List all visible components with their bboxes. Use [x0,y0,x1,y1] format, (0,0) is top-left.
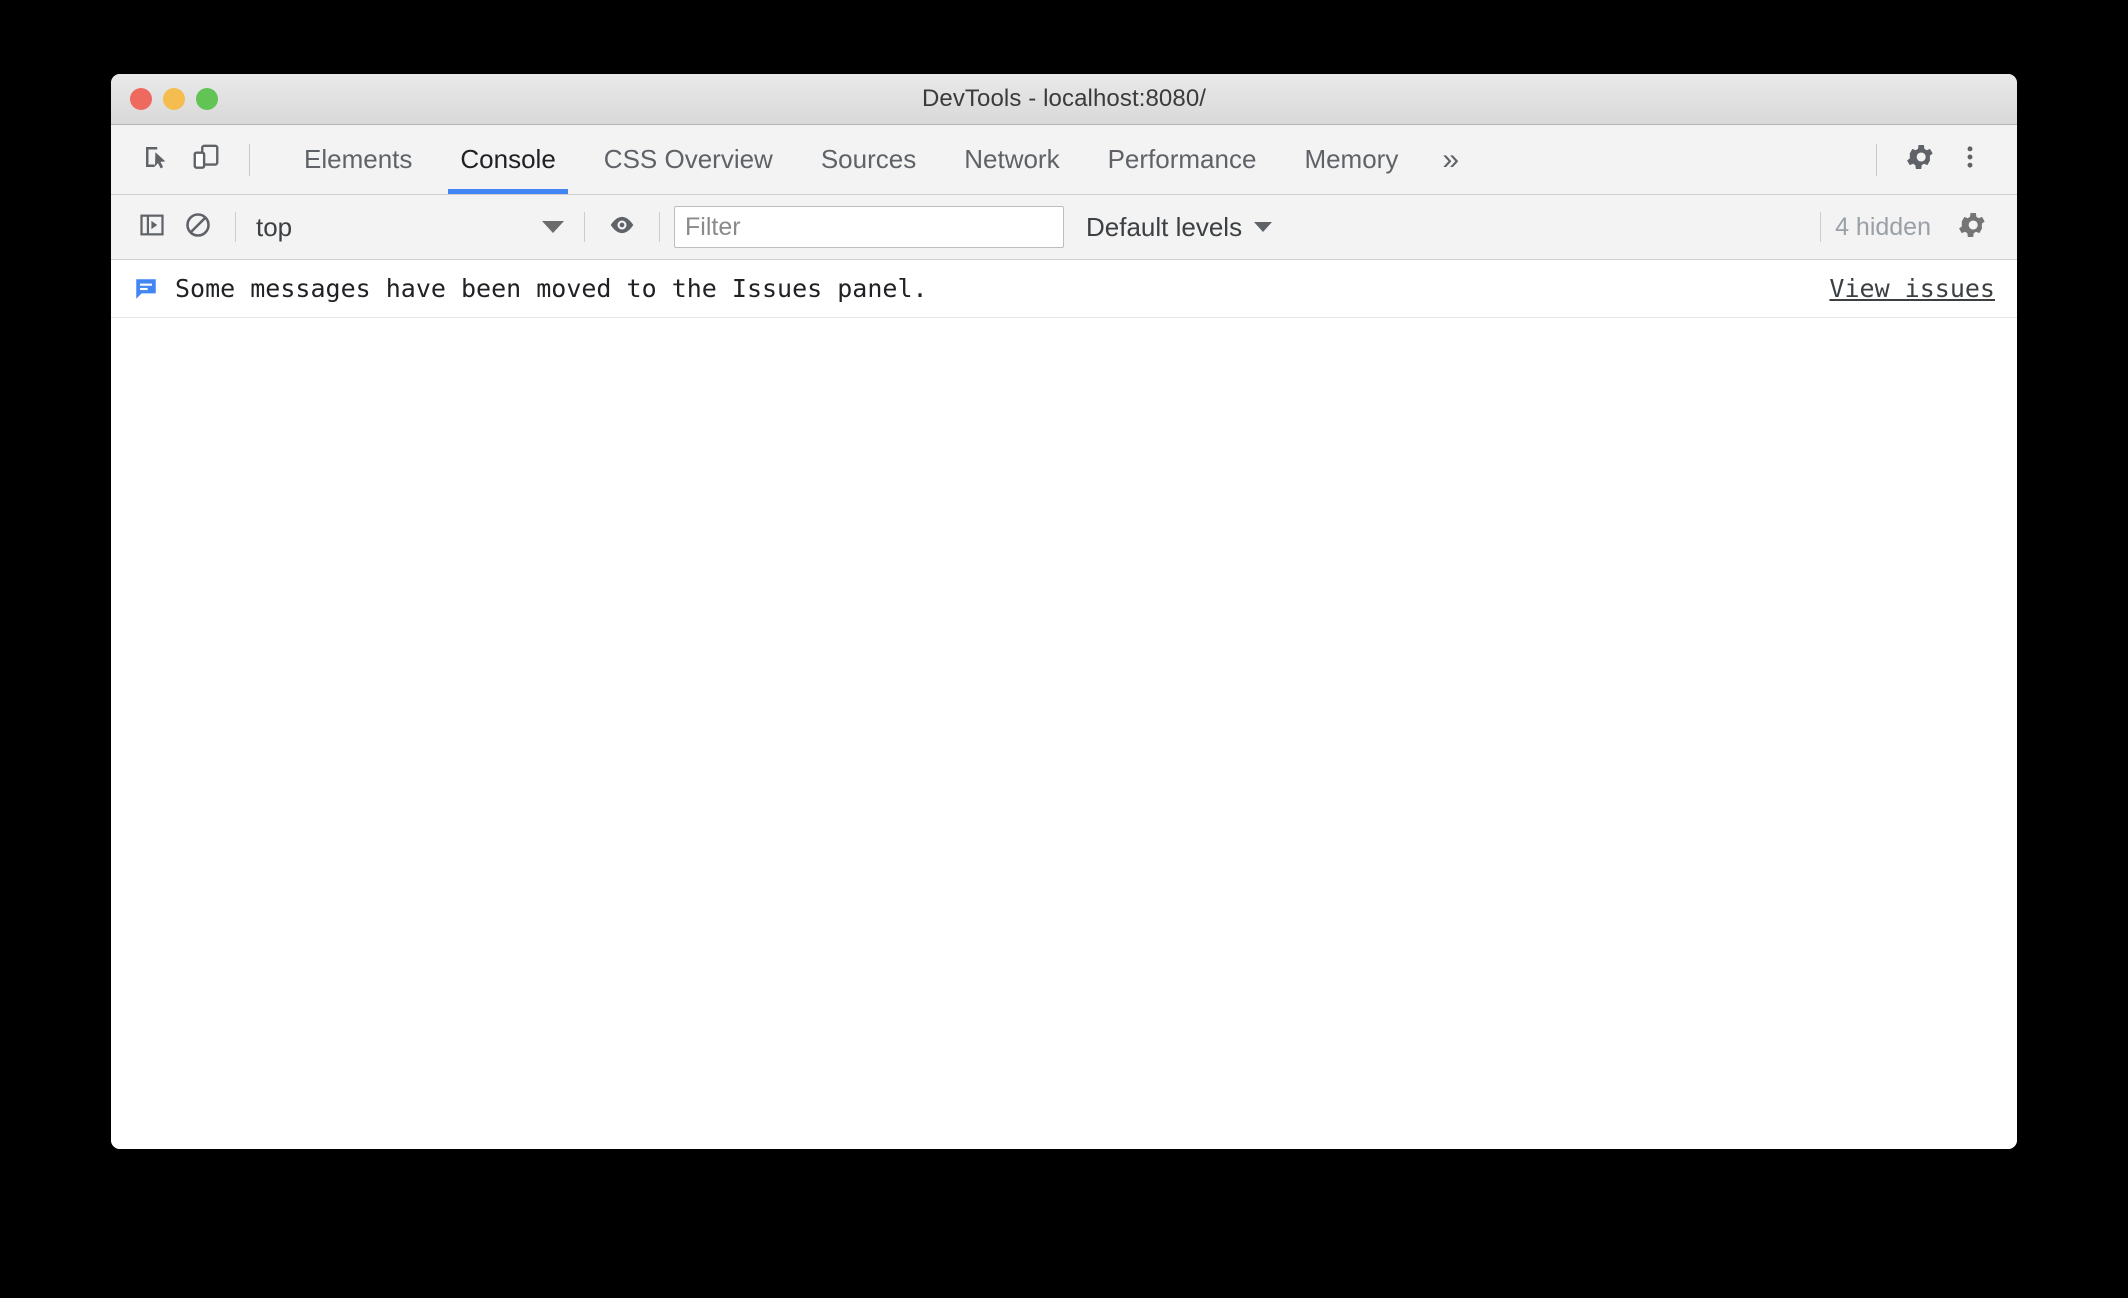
minimize-window-button[interactable] [163,88,185,110]
settings-gear-icon [1904,141,1936,178]
tab-sources[interactable]: Sources [797,125,940,194]
chevron-down-icon [1254,222,1273,232]
tab-console[interactable]: Console [436,125,579,194]
tab-network-label: Network [964,144,1060,174]
chevron-double-right-icon: » [1442,142,1460,176]
inspect-element-icon [141,142,171,177]
tabbar-actions [1858,135,2017,185]
traffic-light-group [130,74,218,124]
window-titlebar: DevTools - localhost:8080/ [111,74,2017,125]
settings-button[interactable] [1895,135,1945,185]
javascript-context-value: top [256,211,293,242]
inspect-element-button[interactable] [131,135,181,185]
view-issues-link[interactable]: View issues [1829,274,1995,303]
tab-performance[interactable]: Performance [1084,125,1281,194]
log-levels-select[interactable]: Default levels [1086,211,1273,243]
more-tabs-button[interactable]: » [1422,125,1479,194]
hidden-messages-count: 4 hidden [1835,212,1931,241]
tabbar-divider [249,143,250,176]
filter-input[interactable] [674,206,1064,248]
tab-css-overview[interactable]: CSS Overview [580,125,797,194]
tab-sources-label: Sources [820,144,917,174]
console-settings-button[interactable] [1949,204,1995,250]
console-toolbar-divider-1 [235,212,236,242]
console-toolbar-right: 4 hidden [1806,204,2017,250]
tab-elements-label: Elements [304,144,413,174]
console-sidebar-button[interactable] [129,204,175,250]
console-sidebar-icon [138,211,166,244]
devtools-tabbar: Elements Console CSS Overview Sources Ne… [111,125,2017,195]
tab-memory[interactable]: Memory [1280,125,1422,194]
console-toolbar-divider-2 [584,212,585,242]
close-window-button[interactable] [130,88,152,110]
console-settings-gear-icon [1956,209,1988,246]
device-toolbar-icon [191,142,221,177]
maximize-window-button[interactable] [196,88,218,110]
clear-console-icon [184,211,212,244]
device-toolbar-button[interactable] [181,135,231,185]
console-message-list: Some messages have been moved to the Iss… [111,260,2017,1149]
console-toolbar: top Default levels 4 hidden [111,195,2017,260]
tab-performance-label: Performance [1107,144,1257,174]
live-expression-button[interactable] [599,204,645,250]
more-options-icon [1956,143,1984,176]
tab-elements[interactable]: Elements [280,125,436,194]
log-levels-value: Default levels [1086,211,1243,242]
tab-css-overview-label: CSS Overview [603,144,773,174]
window-title: DevTools - localhost:8080/ [921,85,1207,112]
devtools-window: DevTools - localhost:8080/ Elements Cons… [111,74,2017,1149]
clear-console-button[interactable] [175,204,221,250]
tab-memory-label: Memory [1304,144,1399,174]
eye-icon [607,210,637,245]
tab-network[interactable]: Network [940,125,1083,194]
tab-console-label: Console [460,144,556,174]
more-options-button[interactable] [1945,135,1995,185]
console-toolbar-divider-4 [1820,212,1822,242]
tabbar-actions-divider [1876,143,1877,176]
console-toolbar-divider-3 [659,212,660,242]
chevron-down-icon [542,221,564,233]
info-message-icon [133,276,159,302]
console-message-row[interactable]: Some messages have been moved to the Iss… [111,260,2017,318]
javascript-context-select[interactable]: top [250,205,570,249]
console-message-text: Some messages have been moved to the Iss… [175,274,928,303]
tab-list: Elements Console CSS Overview Sources Ne… [280,125,1479,194]
